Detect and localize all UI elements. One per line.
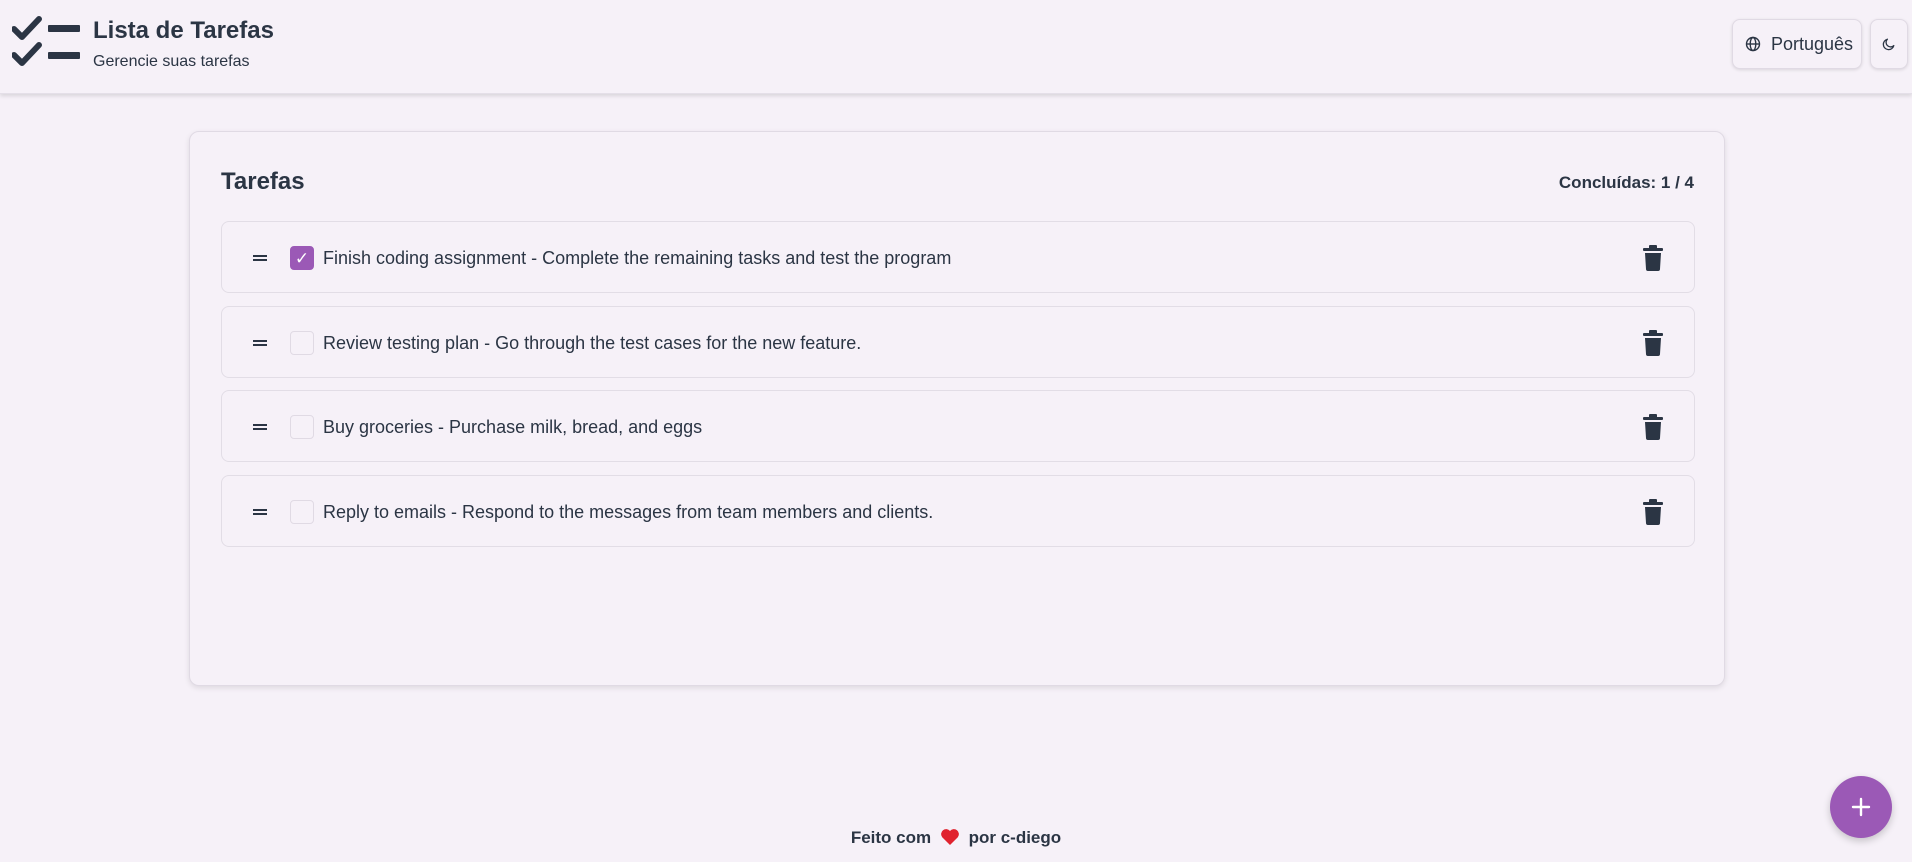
plus-icon: [1851, 797, 1871, 817]
task-text: Finish coding assignment - Complete the …: [323, 248, 952, 268]
app-header: Lista de Tarefas Gerencie suas tarefas P…: [0, 0, 1912, 94]
task-checkbox[interactable]: [290, 415, 314, 439]
trash-icon[interactable]: [1642, 414, 1664, 440]
moon-icon: [1882, 38, 1895, 51]
trash-icon[interactable]: [1642, 330, 1664, 356]
theme-toggle-button[interactable]: [1870, 19, 1908, 69]
drag-handle-icon[interactable]: [253, 255, 267, 261]
task-checkbox[interactable]: [290, 500, 314, 524]
drag-handle-icon[interactable]: [253, 424, 267, 430]
task-checkbox[interactable]: [290, 331, 314, 355]
task-item: Review testing plan - Go through the tes…: [221, 306, 1695, 378]
footer-prefix: Feito com: [850, 828, 932, 847]
task-text: Buy groceries - Purchase milk, bread, an…: [323, 417, 703, 437]
footer-suffix: por c-diego: [968, 828, 1062, 847]
completed-counter: Concluídas: 1 / 4: [1558, 173, 1694, 192]
add-task-button[interactable]: [1830, 776, 1892, 838]
language-button[interactable]: Português: [1732, 19, 1862, 69]
globe-icon: [1745, 36, 1761, 52]
checklist-icon: [12, 16, 80, 66]
app-subtitle: Gerencie suas tarefas: [93, 53, 250, 70]
tasks-card: Tarefas Concluídas: 1 / 4 ✓ Finish codin…: [189, 131, 1725, 686]
checkmark-icon: ✓: [294, 248, 310, 268]
footer: Feito com por c-diego: [0, 828, 1912, 848]
drag-handle-icon[interactable]: [253, 509, 267, 515]
heart-icon: [940, 829, 959, 845]
task-text: Review testing plan - Go through the tes…: [323, 333, 862, 353]
tasks-title: Tarefas: [221, 168, 305, 195]
language-label: Português: [1771, 33, 1854, 54]
trash-icon[interactable]: [1642, 245, 1664, 271]
trash-icon[interactable]: [1642, 499, 1664, 525]
drag-handle-icon[interactable]: [253, 340, 267, 346]
task-checkbox[interactable]: ✓: [290, 246, 314, 270]
task-item: Buy groceries - Purchase milk, bread, an…: [221, 390, 1695, 462]
task-text: Reply to emails - Respond to the message…: [323, 502, 934, 522]
app-title: Lista de Tarefas: [93, 17, 274, 44]
task-item: Reply to emails - Respond to the message…: [221, 475, 1695, 547]
task-item: ✓ Finish coding assignment - Complete th…: [221, 221, 1695, 293]
